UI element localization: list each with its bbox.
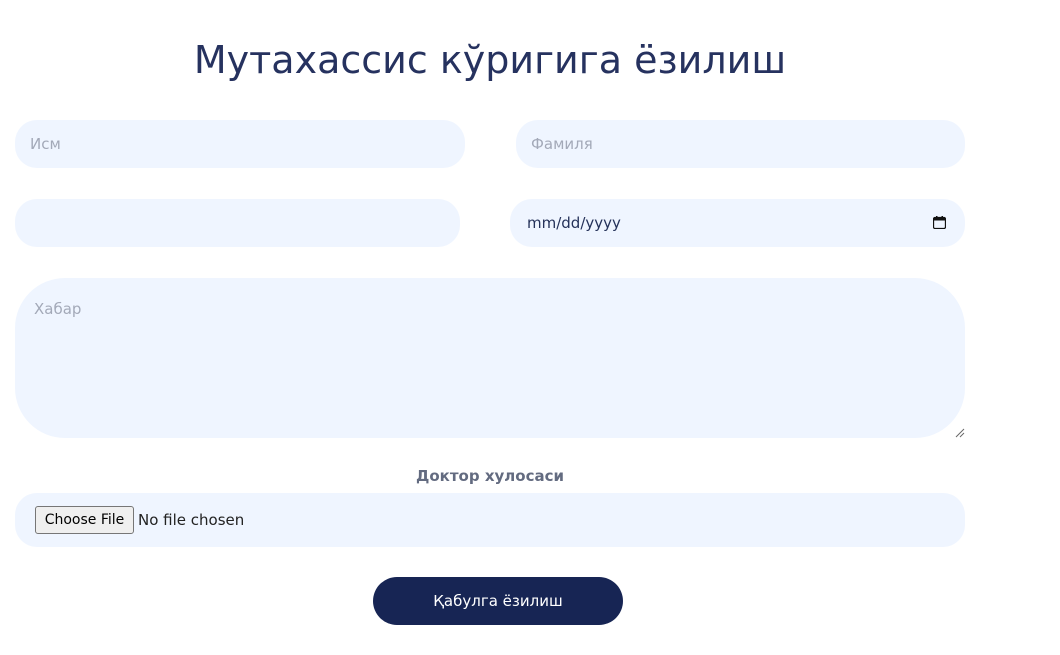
last-name-placeholder: Фамиля [531, 135, 593, 153]
resize-handle-icon[interactable] [953, 426, 965, 438]
last-name-input[interactable]: Фамиля [516, 120, 965, 168]
message-placeholder: Хабар [34, 300, 82, 318]
file-upload-field[interactable]: Choose File No file chosen [15, 493, 965, 547]
calendar-icon[interactable] [933, 216, 946, 229]
date-input[interactable]: mm/dd/yyyy [510, 199, 965, 247]
date-format-text: mm/dd/yyyy [527, 214, 621, 232]
message-textarea[interactable]: Хабар [15, 278, 965, 438]
file-status-text: No file chosen [138, 511, 245, 529]
phone-input[interactable] [15, 199, 460, 247]
file-field-label: Доктор хулосаси [416, 467, 564, 485]
first-name-input[interactable]: Исм [15, 120, 465, 168]
submit-button[interactable]: Қабулга ёзилиш [373, 577, 623, 625]
first-name-placeholder: Исм [30, 135, 61, 153]
page-title: Мутахассис кўригига ёзилиш [193, 38, 787, 82]
choose-file-button[interactable]: Choose File [35, 506, 134, 534]
appointment-page: Мутахассис кўригига ёзилиш Исм Фамиля mm… [0, 0, 1060, 655]
